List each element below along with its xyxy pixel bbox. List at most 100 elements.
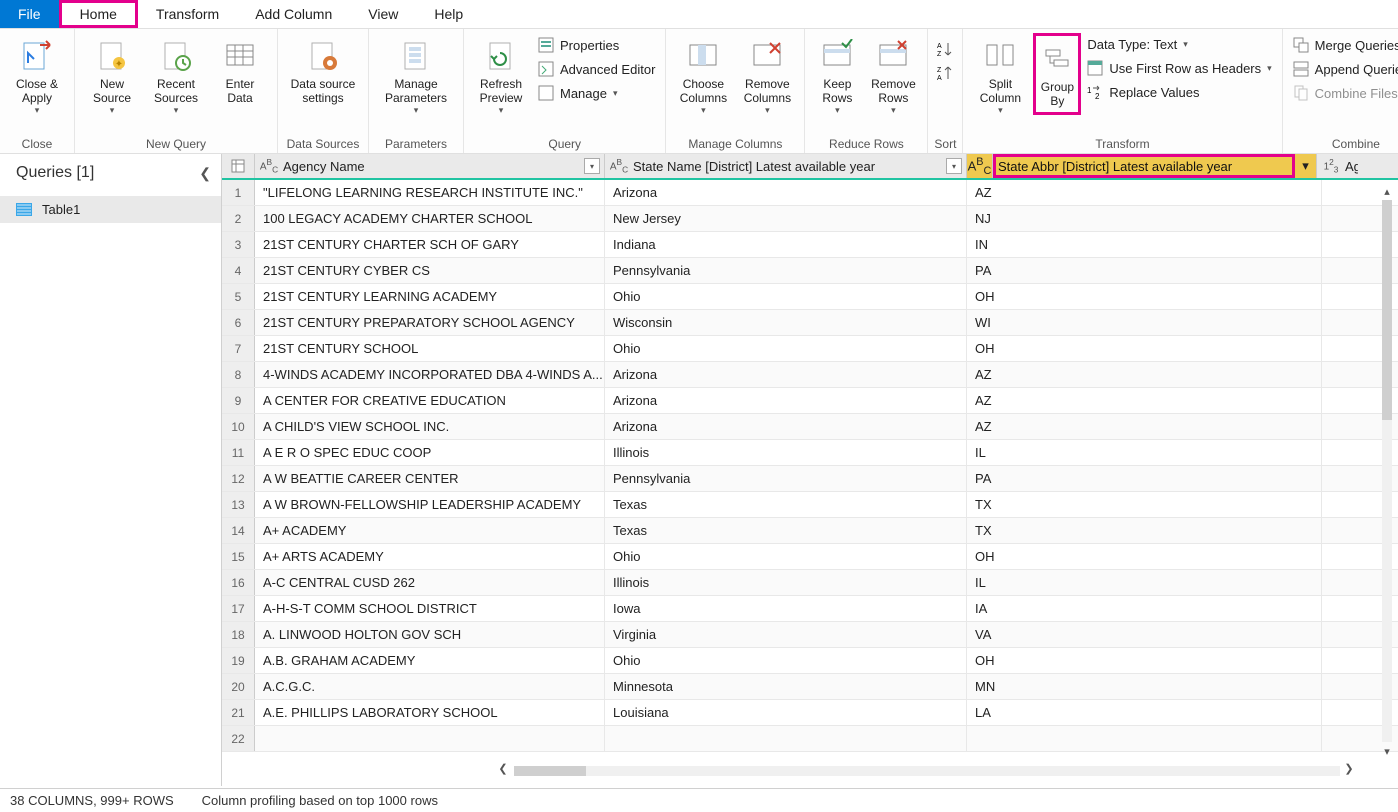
tab-transform[interactable]: Transform [138,0,237,28]
group-parameters-label: Parameters [375,135,457,151]
tab-view[interactable]: View [350,0,416,28]
filter-dropdown-icon[interactable]: ▾ [584,158,600,174]
manage-parameters-button[interactable]: ManageParameters [375,33,457,120]
keep-rows-button[interactable]: KeepRows [811,33,863,120]
enter-data-icon [223,39,257,73]
data-source-settings-button[interactable]: Data sourcesettings [284,33,362,109]
column-header-state-name[interactable]: ABC State Name [District] Latest availab… [605,154,967,178]
query-item-table1[interactable]: Table1 [0,196,221,223]
manage-icon [538,85,554,101]
enter-data-button[interactable]: EnterData [209,33,271,109]
column-header-agency-name[interactable]: ABC Agency Name ▾ [255,154,605,178]
ribbon: Close &Apply Close ✦ NewSource RecentSou… [0,29,1398,154]
combine-files-button[interactable]: Combine Files [1289,83,1398,103]
choose-columns-button[interactable]: ChooseColumns [672,33,734,120]
column-label: Agency Name [279,159,584,174]
data-type-button[interactable]: Data Type: Text [1083,35,1275,54]
table-row[interactable]: 10A CHILD'S VIEW SCHOOL INC.ArizonaAZ [222,414,1398,440]
cell-agency: 21ST CENTURY PREPARATORY SCHOOL AGENCY [255,310,605,335]
table-row[interactable]: 14A+ ACADEMYTexasTX [222,518,1398,544]
sort-asc-button[interactable]: AZ [934,39,954,59]
vertical-scrollbar[interactable]: ▴ ▾ [1378,182,1396,760]
table-row[interactable]: 721ST CENTURY SCHOOLOhioOH [222,336,1398,362]
tab-help[interactable]: Help [416,0,481,28]
group-close-label: Close [6,135,68,151]
choose-columns-icon [686,39,720,73]
horizontal-scrollbar[interactable]: ❮ ❯ [458,762,1358,780]
table-row[interactable]: 9A CENTER FOR CREATIVE EDUCATIONArizonaA… [222,388,1398,414]
table-row[interactable]: 11A E R O SPEC EDUC COOPIllinoisIL [222,440,1398,466]
column-header-state-abbr[interactable]: State Abbr [District] Latest available y… [993,154,1295,178]
filter-dropdown-icon[interactable]: ▾ [946,158,962,174]
table-row[interactable]: 421ST CENTURY CYBER CSPennsylvaniaPA [222,258,1398,284]
replace-values-button[interactable]: 12Replace Values [1083,82,1275,102]
merge-icon [1293,37,1309,53]
sort-desc-button[interactable]: ZA [934,63,954,83]
cell-state-name: Iowa [605,596,967,621]
table-row[interactable]: 18A. LINWOOD HOLTON GOV SCHVirginiaVA [222,622,1398,648]
row-number: 14 [222,518,255,543]
sort-desc-icon: ZA [936,65,952,81]
split-column-label: SplitColumn [980,77,1021,105]
split-column-button[interactable]: SplitColumn [969,33,1031,120]
new-source-button[interactable]: ✦ NewSource [81,33,143,120]
remove-columns-button[interactable]: RemoveColumns [736,33,798,120]
append-queries-button[interactable]: Append Queries [1289,59,1398,79]
refresh-preview-button[interactable]: RefreshPreview [470,33,532,120]
cell-agency: "LIFELONG LEARNING RESEARCH INSTITUTE IN… [255,180,605,205]
manage-button[interactable]: Manage [534,83,659,103]
merge-queries-button[interactable]: Merge Queries [1289,35,1398,55]
collapse-queries-icon[interactable]: ❮ [199,165,211,182]
filter-dropdown-icon[interactable]: ▾ [1302,158,1309,174]
table-row[interactable]: 12A W BEATTIE CAREER CENTERPennsylvaniaP… [222,466,1398,492]
table-row[interactable]: 84-WINDS ACADEMY INCORPORATED DBA 4-WIND… [222,362,1398,388]
scroll-down-icon[interactable]: ▾ [1378,742,1396,760]
table-row[interactable]: 21A.E. PHILLIPS LABORATORY SCHOOLLouisia… [222,700,1398,726]
first-row-headers-button[interactable]: Use First Row as Headers [1083,58,1275,78]
column-header-next[interactable]: 123 Ag [1317,154,1362,178]
tab-file[interactable]: File [0,0,59,28]
table-row[interactable]: 20A.C.G.C.MinnesotaMN [222,674,1398,700]
cell-agency: A CHILD'S VIEW SCHOOL INC. [255,414,605,439]
tab-home[interactable]: Home [59,0,138,28]
remove-rows-button[interactable]: RemoveRows [865,33,921,120]
table-row[interactable]: 19A.B. GRAHAM ACADEMYOhioOH [222,648,1398,674]
scroll-right-icon[interactable]: ❯ [1340,762,1358,775]
cell-state-abbr: AZ [967,414,1322,439]
scroll-left-icon[interactable]: ❮ [494,762,512,775]
table-row[interactable]: 15A+ ARTS ACADEMYOhioOH [222,544,1398,570]
recent-sources-button[interactable]: RecentSources [145,33,207,120]
remove-rows-icon [876,39,910,73]
table-row[interactable]: 321ST CENTURY CHARTER SCH OF GARYIndiana… [222,232,1398,258]
cell-state-name: Illinois [605,440,967,465]
cell-state-name: Pennsylvania [605,258,967,283]
close-apply-button[interactable]: Close &Apply [6,33,68,120]
table-row[interactable]: 1"LIFELONG LEARNING RESEARCH INSTITUTE I… [222,180,1398,206]
sort-asc-icon: AZ [936,41,952,57]
cell-agency: A-C CENTRAL CUSD 262 [255,570,605,595]
table-row[interactable]: 16A-C CENTRAL CUSD 262IllinoisIL [222,570,1398,596]
query-item-label: Table1 [42,202,80,217]
group-by-button[interactable]: GroupBy [1033,33,1081,115]
table-row[interactable]: 2100 LEGACY ACADEMY CHARTER SCHOOLNew Je… [222,206,1398,232]
row-number: 16 [222,570,255,595]
replace-values-label: Replace Values [1109,85,1199,100]
table-row[interactable]: 17A-H-S-T COMM SCHOOL DISTRICTIowaIA [222,596,1398,622]
row-number: 20 [222,674,255,699]
svg-text:✦: ✦ [115,59,123,70]
text-type-icon: ABC [967,154,993,178]
combine-files-label: Combine Files [1315,86,1398,101]
row-number: 18 [222,622,255,647]
scroll-up-icon[interactable]: ▴ [1378,182,1396,200]
table-row[interactable]: 13A W BROWN-FELLOWSHIP LEADERSHIP ACADEM… [222,492,1398,518]
table-row[interactable]: 621ST CENTURY PREPARATORY SCHOOL AGENCYW… [222,310,1398,336]
table-row[interactable]: 22 [222,726,1398,752]
row-number: 15 [222,544,255,569]
new-source-label: NewSource [93,77,131,105]
tab-add-column[interactable]: Add Column [237,0,350,28]
table-row[interactable]: 521ST CENTURY LEARNING ACADEMYOhioOH [222,284,1398,310]
cell-state-abbr: IL [967,570,1322,595]
properties-button[interactable]: Properties [534,35,659,55]
select-all-button[interactable] [222,154,255,178]
advanced-editor-button[interactable]: Advanced Editor [534,59,659,79]
